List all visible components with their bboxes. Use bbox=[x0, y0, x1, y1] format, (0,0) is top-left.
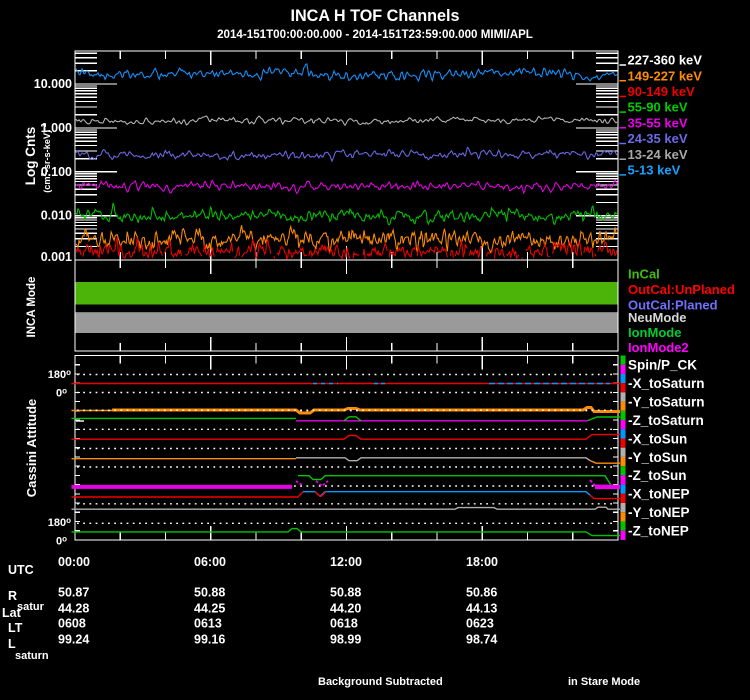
svg-text:5-13 keV: 5-13 keV bbox=[628, 163, 681, 178]
svg-text:INCA H TOF Channels: INCA H TOF Channels bbox=[290, 7, 459, 25]
svg-text:UTC: UTC bbox=[8, 563, 34, 577]
svg-text:44.28: 44.28 bbox=[58, 602, 89, 616]
svg-text:Lat: Lat bbox=[2, 606, 22, 620]
svg-text:24-35 keV: 24-35 keV bbox=[628, 131, 688, 146]
svg-text:0.001: 0.001 bbox=[41, 250, 72, 264]
svg-text:Cassini Attitude: Cassini Attitude bbox=[24, 399, 39, 497]
svg-text:OutCal:UnPlaned: OutCal:UnPlaned bbox=[628, 282, 735, 297]
svg-text:NeuMode: NeuMode bbox=[628, 310, 687, 325]
svg-text:0623: 0623 bbox=[466, 617, 494, 631]
svg-text:-X_toSaturn: -X_toSaturn bbox=[628, 376, 705, 391]
svg-text:-Y_toSaturn: -Y_toSaturn bbox=[628, 394, 705, 409]
svg-text:06:00: 06:00 bbox=[194, 555, 226, 569]
svg-text:INCA Mode: INCA Mode bbox=[26, 277, 38, 338]
svg-text:2014-151T00:00:00.000 - 2014-1: 2014-151T00:00:00.000 - 2014-151T23:59:0… bbox=[217, 28, 533, 41]
svg-text:55-90 keV: 55-90 keV bbox=[628, 100, 688, 115]
svg-text:44.13: 44.13 bbox=[466, 602, 497, 616]
svg-text:IonMode: IonMode bbox=[628, 325, 681, 340]
svg-text:Spin/P_CK: Spin/P_CK bbox=[628, 358, 697, 373]
svg-text:-Z_toNEP: -Z_toNEP bbox=[628, 524, 689, 539]
svg-text:InCal: InCal bbox=[628, 267, 660, 282]
svg-text:13-24 keV: 13-24 keV bbox=[628, 147, 688, 162]
svg-text:98.99: 98.99 bbox=[330, 633, 361, 647]
svg-text:50.88: 50.88 bbox=[330, 586, 361, 600]
svg-text:99.16: 99.16 bbox=[194, 633, 225, 647]
svg-text:R: R bbox=[8, 589, 17, 603]
svg-text:227-360 keV: 227-360 keV bbox=[628, 53, 703, 68]
svg-text:12:00: 12:00 bbox=[330, 555, 362, 569]
svg-text:0618: 0618 bbox=[330, 617, 358, 631]
svg-text:50.86: 50.86 bbox=[466, 586, 497, 600]
svg-text:Log Cnts: Log Cnts bbox=[23, 127, 38, 186]
svg-text:98.74: 98.74 bbox=[466, 633, 497, 647]
svg-text:44.20: 44.20 bbox=[330, 602, 361, 616]
svg-text:LT: LT bbox=[8, 621, 23, 635]
svg-text:-Y_toNEP: -Y_toNEP bbox=[628, 505, 690, 520]
svg-text:Background Subtracted: Background Subtracted bbox=[318, 676, 443, 688]
svg-text:-X_toSun: -X_toSun bbox=[628, 431, 687, 446]
svg-text:35-55 keV: 35-55 keV bbox=[628, 115, 688, 130]
svg-text:44.25: 44.25 bbox=[194, 602, 225, 616]
svg-text:0608: 0608 bbox=[58, 617, 86, 631]
svg-text:-Z_toSun: -Z_toSun bbox=[628, 468, 687, 483]
svg-text:99.24: 99.24 bbox=[58, 633, 89, 647]
svg-text:50.88: 50.88 bbox=[194, 586, 225, 600]
svg-text:L: L bbox=[8, 637, 16, 651]
svg-text:satur: satur bbox=[17, 601, 45, 613]
svg-text:18:00: 18:00 bbox=[466, 555, 498, 569]
svg-text:90-149 keV: 90-149 keV bbox=[628, 84, 696, 99]
svg-text:-X_toNEP: -X_toNEP bbox=[628, 487, 690, 502]
svg-text:149-227 keV: 149-227 keV bbox=[628, 68, 703, 83]
svg-text:0.010: 0.010 bbox=[41, 209, 72, 223]
svg-text:IonMode2: IonMode2 bbox=[628, 340, 689, 355]
svg-text:10.000: 10.000 bbox=[34, 77, 72, 91]
svg-text:50.87: 50.87 bbox=[58, 586, 89, 600]
svg-text:-Z_toSaturn: -Z_toSaturn bbox=[628, 413, 704, 428]
svg-text:saturn: saturn bbox=[15, 650, 49, 662]
svg-text:in Stare Mode: in Stare Mode bbox=[568, 676, 640, 688]
svg-text:0613: 0613 bbox=[194, 617, 222, 631]
svg-text:00:00: 00:00 bbox=[58, 555, 90, 569]
svg-text:-Y_toSun: -Y_toSun bbox=[628, 450, 687, 465]
